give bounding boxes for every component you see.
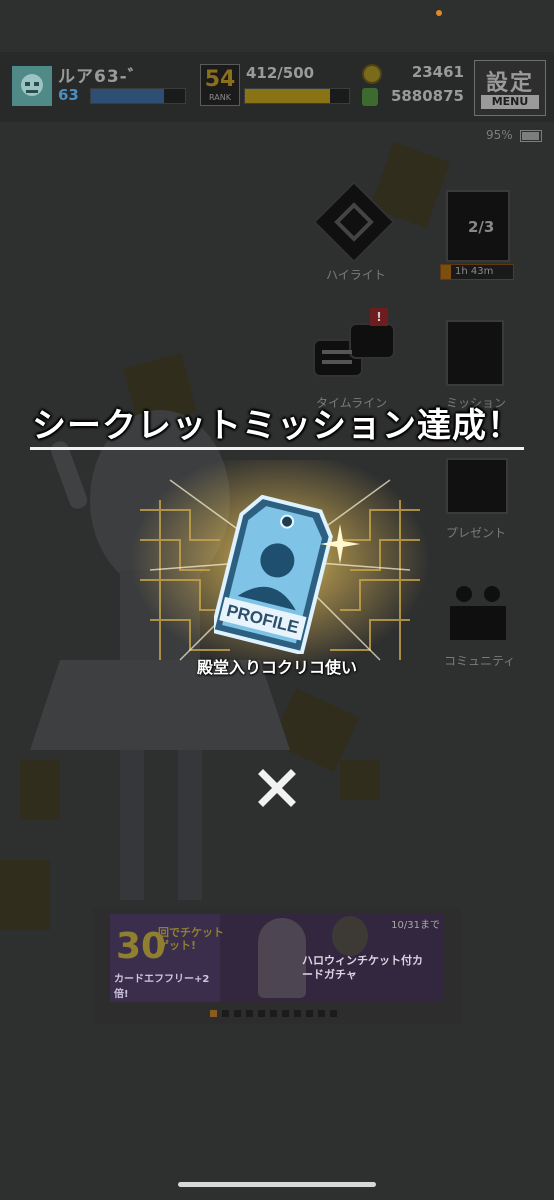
banner-headline: 回でチケットゲット! [158, 926, 224, 952]
reward-name: 殿堂入りコクリコ使い [196, 658, 357, 677]
battery-icon [520, 130, 542, 142]
present-gift-icon[interactable] [446, 458, 508, 514]
coin-icon [362, 64, 382, 84]
banner-left-panel: 30 回でチケットゲット! カードエフフリー+2倍! [110, 914, 224, 1002]
exp-bar-fill [91, 89, 165, 103]
pagination-dot[interactable] [330, 1010, 337, 1017]
exp-bar [90, 88, 186, 104]
profile-tag-icon: PROFILE [210, 494, 333, 656]
event-timer-text: 1h 43m [455, 266, 494, 277]
pagination-dot[interactable] [258, 1010, 265, 1017]
pagination-dot[interactable] [210, 1010, 217, 1017]
present-label: プレゼント [446, 526, 507, 540]
player-face-icon [21, 74, 43, 96]
rank-number: 54 [204, 67, 236, 92]
stamina-bar [244, 88, 350, 104]
notification-badge: ! [370, 308, 388, 326]
event-timer: 1h 43m [440, 264, 514, 280]
menu-label: MENU [481, 95, 539, 109]
banner-right-text: ハロウィンチケット付カードガチャ [302, 954, 423, 981]
rank-label: RANK [209, 93, 231, 102]
banner-subline: カードエフフリー+2倍! [114, 974, 210, 1000]
profile-tag-reward: PROFILE [210, 494, 360, 656]
close-icon[interactable] [255, 766, 299, 810]
menu-kanji: 設定 [485, 71, 534, 96]
coin-count: 23461 [411, 63, 464, 81]
highlight-label: ハイライト [326, 268, 386, 282]
pagination-dot[interactable] [222, 1010, 229, 1017]
stamina-text: 412/500 [246, 64, 315, 82]
banner-date: 10/31まで [391, 920, 440, 931]
event-banner[interactable]: 30 回でチケットゲット! カードエフフリー+2倍! 10/31まで ハロウィン… [110, 914, 444, 1002]
settings-menu-button[interactable]: 設定 MENU [474, 60, 546, 116]
pagination-dot[interactable] [282, 1010, 289, 1017]
player-level: 63 [58, 86, 79, 104]
community-icon[interactable] [446, 582, 510, 642]
pagination-dot[interactable] [294, 1010, 301, 1017]
secret-mission-title: シークレットミッション達成！ [32, 406, 522, 446]
mission-icon[interactable] [446, 320, 504, 386]
banner-character [258, 918, 306, 998]
pagination-dot[interactable] [270, 1010, 277, 1017]
pagination-dot[interactable] [318, 1010, 325, 1017]
stamina-bar-fill [245, 89, 331, 103]
player-avatar[interactable] [12, 66, 52, 106]
event-page-icon[interactable]: 2/3 [446, 190, 510, 262]
event-page-badge: 2/3 [468, 218, 495, 236]
highlight-icon[interactable] [312, 180, 396, 264]
top-hud: ルア63-゛ 63 54 RANK 412/500 23461 5880875 … [0, 52, 554, 122]
battery-percent: 95% [486, 128, 513, 142]
pagination-dot[interactable] [246, 1010, 253, 1017]
pagination-dot[interactable] [234, 1010, 241, 1017]
pagination-dot[interactable] [306, 1010, 313, 1017]
player-name: ルア63-゛ [58, 67, 146, 87]
money-icon [362, 88, 378, 106]
recording-indicator [436, 10, 442, 16]
banner-character-2 [332, 916, 368, 956]
sparkle-icon [320, 524, 360, 564]
rank-badge: 54 RANK [200, 64, 240, 106]
home-indicator[interactable] [178, 1182, 376, 1187]
money-count: 5880875 [390, 87, 464, 105]
title-underline [30, 447, 524, 450]
timeline-chat-icon[interactable] [310, 318, 400, 394]
